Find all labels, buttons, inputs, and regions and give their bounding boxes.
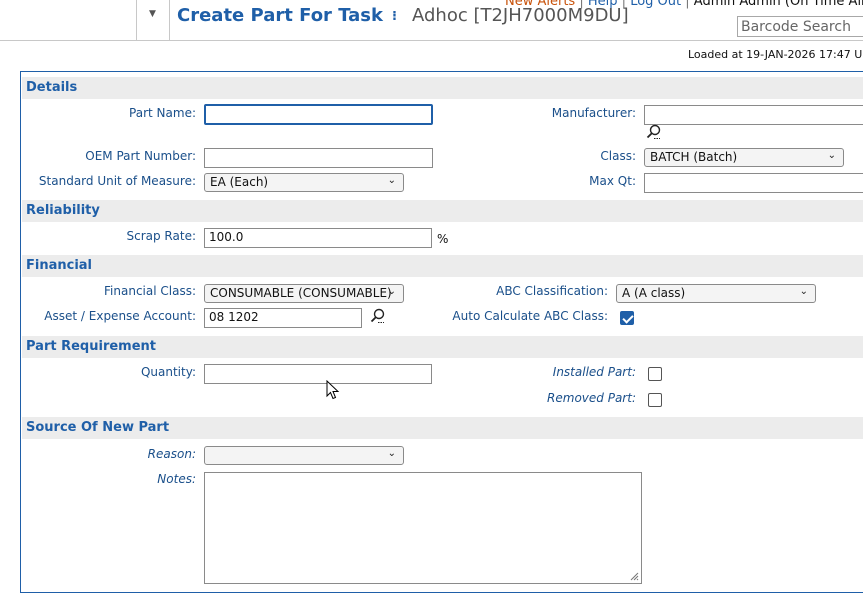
top-links: New Alerts | Help | Log Out | Admin Admi… — [505, 0, 863, 9]
uom-select-value: EA (Each) — [210, 175, 269, 189]
section-reliability: Reliability — [22, 200, 863, 222]
chevron-down-icon: ⌄ — [827, 150, 836, 161]
installed-part-label: Installed Part: — [552, 365, 636, 379]
removed-part-label: Removed Part: — [547, 391, 636, 405]
financial-class-label: Financial Class: — [104, 284, 196, 298]
top-bar: ▼ Create Part For Task ⁝ Adhoc [T2JH7000… — [0, 0, 863, 41]
financial-class-value: CONSUMABLE (CONSUMABLE) — [210, 286, 392, 300]
help-link[interactable]: Help — [588, 0, 618, 9]
section-title: Details — [26, 80, 78, 95]
loaded-timestamp: Loaded at 19-JAN-2026 17:47 U — [688, 48, 863, 61]
quantity-input[interactable] — [204, 364, 432, 384]
financial-class-select[interactable]: CONSUMABLE (CONSUMABLE) ⌄ — [204, 284, 404, 303]
barcode-search-input[interactable] — [737, 16, 863, 37]
notes-label: Notes: — [157, 472, 196, 486]
section-title: Reliability — [26, 203, 100, 218]
logout-link[interactable]: Log Out — [630, 0, 681, 9]
reason-label: Reason: — [147, 447, 196, 461]
asset-expense-account-label: Asset / Expense Account: — [44, 309, 196, 323]
form-panel: Details Part Name: Manufacturer: OEM Par… — [20, 71, 863, 593]
mouse-cursor-icon — [326, 380, 340, 400]
abc-classification-value: A (A class) — [622, 286, 686, 300]
page-title: Create Part For Task — [177, 5, 383, 26]
oem-part-number-label: OEM Part Number: — [85, 149, 196, 163]
scrap-rate-unit: % — [437, 232, 449, 246]
section-part-requirement: Part Requirement — [22, 336, 863, 358]
abc-classification-select[interactable]: A (A class) ⌄ — [616, 284, 816, 303]
section-title: Source Of New Part — [26, 420, 170, 435]
notes-textarea[interactable] — [204, 472, 642, 584]
title-separator: ⁝ — [392, 9, 397, 24]
quantity-label: Quantity: — [140, 365, 196, 379]
class-select-value: BATCH (Batch) — [650, 150, 738, 164]
chevron-down-icon: ⌄ — [799, 286, 808, 297]
link-separator: | — [621, 0, 627, 9]
chevron-down-icon: ⌄ — [387, 286, 396, 297]
standard-uom-select[interactable]: EA (Each) ⌄ — [204, 173, 404, 192]
section-details: Details — [22, 77, 863, 99]
reason-select[interactable]: ⌄ — [204, 446, 404, 465]
abc-classification-label: ABC Classification: — [496, 284, 608, 298]
auto-calculate-abc-label: Auto Calculate ABC Class: — [452, 309, 608, 323]
scrap-rate-input[interactable]: 100.0 — [204, 228, 432, 248]
scrap-rate-label: Scrap Rate: — [126, 229, 197, 243]
oem-part-number-input[interactable] — [204, 148, 433, 168]
asset-expense-account-input[interactable]: 08 1202 — [204, 308, 362, 328]
installed-part-checkbox[interactable] — [648, 367, 662, 381]
resize-grip-icon[interactable] — [629, 571, 639, 581]
new-alerts-link[interactable]: New Alerts — [505, 0, 575, 9]
manufacturer-label: Manufacturer: — [551, 106, 636, 120]
class-label: Class: — [600, 149, 636, 163]
part-name-input[interactable] — [204, 104, 433, 125]
chevron-down-icon: ⌄ — [387, 175, 396, 186]
section-financial: Financial — [22, 255, 863, 277]
manufacturer-input[interactable] — [644, 105, 863, 125]
user-name: Admin Admin (On Time Airlin — [693, 0, 863, 9]
section-title: Financial — [26, 258, 93, 273]
standard-uom-label: Standard Unit of Measure: — [38, 174, 196, 188]
magnifier-search-icon[interactable] — [646, 124, 662, 140]
chevron-down-icon: ⌄ — [387, 448, 396, 459]
max-qt-input[interactable] — [644, 173, 863, 193]
removed-part-checkbox[interactable] — [648, 393, 662, 407]
menu-dropdown-button[interactable]: ▼ — [136, 0, 170, 40]
class-select[interactable]: BATCH (Batch) ⌄ — [644, 148, 844, 167]
part-name-label: Part Name: — [129, 106, 196, 120]
section-title: Part Requirement — [26, 339, 157, 354]
magnifier-search-icon[interactable] — [370, 308, 386, 324]
chevron-down-icon: ▼ — [149, 9, 156, 19]
auto-calculate-abc-checkbox[interactable] — [620, 311, 634, 325]
link-separator: | — [579, 0, 584, 9]
max-qt-label: Max Qt: — [589, 174, 636, 188]
section-source-of-new-part: Source Of New Part — [22, 417, 863, 439]
link-separator: | — [685, 0, 690, 9]
